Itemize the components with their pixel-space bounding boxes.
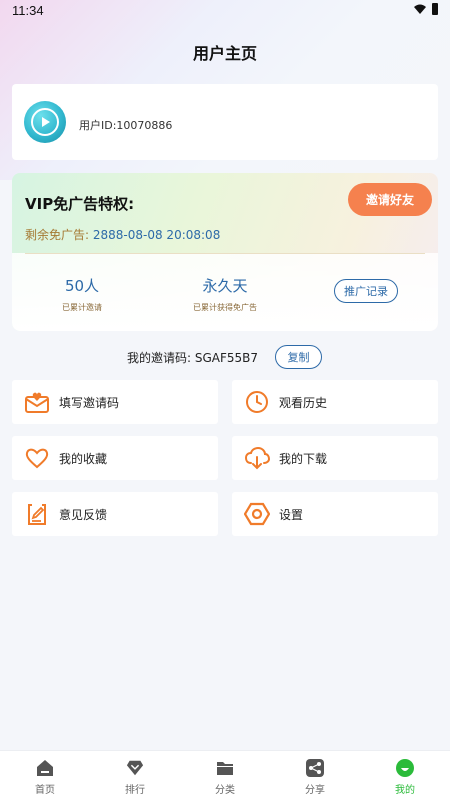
vip-title: VIP免广告特权: [25, 195, 135, 213]
copy-button[interactable]: 复制 [275, 345, 322, 369]
edit-note-icon [24, 501, 50, 527]
tile-label: 我的下载 [279, 451, 328, 466]
cloud-download-icon [244, 445, 270, 471]
tile-label: 设置 [279, 507, 304, 522]
nav-label: 分享 [305, 785, 325, 796]
battery-icon [432, 3, 438, 15]
heart-icon [24, 445, 50, 471]
vip-remaining-label: 剩余免广告: [25, 228, 90, 242]
status-time: 11:34 [12, 3, 44, 18]
tile-watch-history[interactable]: 观看历史 [232, 380, 438, 424]
hexagon-settings-icon [244, 501, 270, 527]
tile-feedback[interactable]: 意见反馈 [12, 492, 218, 536]
nav-label: 我的 [395, 785, 415, 796]
nav-label: 分类 [215, 785, 235, 796]
stat-value: 50人 [64, 277, 100, 295]
home-icon [36, 759, 54, 777]
nav-category[interactable]: 分类 [180, 751, 270, 800]
folder-icon [216, 759, 234, 777]
vip-card: VIP免广告特权: 剩余免广告: 2888-08-08 20:08:08 邀请好… [12, 173, 438, 331]
invite-code-row: 我的邀请码: SGAF55B7 复制 [0, 345, 450, 369]
status-bar: 11:34 [0, 0, 450, 22]
tile-label: 观看历史 [279, 395, 328, 410]
nav-profile[interactable]: 我的 [360, 751, 450, 800]
nav-ranking[interactable]: 排行 [90, 751, 180, 800]
play-icon [31, 108, 59, 136]
status-icons [414, 3, 438, 15]
vip-remaining-value: 2888-08-08 20:08:08 [92, 228, 221, 242]
nav-home[interactable]: 首页 [0, 751, 90, 800]
promo-records-button[interactable]: 推广记录 [334, 279, 398, 303]
tile-my-favorites[interactable]: 我的收藏 [12, 436, 218, 480]
clock-icon [244, 389, 270, 415]
bottom-nav: 首页 排行 分类 分享 我的 [0, 750, 450, 800]
user-card[interactable]: 用户ID:10070886 [12, 84, 438, 160]
profile-icon [396, 759, 414, 777]
mail-heart-icon [24, 389, 50, 415]
nav-label: 排行 [125, 785, 145, 796]
tile-my-downloads[interactable]: 我的下载 [232, 436, 438, 480]
stat-label: 已累计邀请 [62, 303, 102, 312]
vip-remaining: 剩余免广告: 2888-08-08 20:08:08 [25, 226, 220, 243]
ad-free-days-stat: 永久天 已累计获得免广告 [170, 275, 280, 313]
wifi-icon [414, 4, 426, 14]
stat-label: 已累计获得免广告 [193, 303, 257, 312]
tile-settings[interactable]: 设置 [232, 492, 438, 536]
avatar[interactable] [24, 101, 66, 143]
nav-label: 首页 [35, 785, 55, 796]
tile-label: 我的收藏 [59, 451, 108, 466]
share-icon [306, 759, 324, 777]
nav-share[interactable]: 分享 [270, 751, 360, 800]
stat-value: 永久天 [202, 277, 248, 295]
divider [25, 253, 425, 254]
tile-label: 填写邀请码 [59, 395, 120, 410]
tile-enter-invite-code[interactable]: 填写邀请码 [12, 380, 218, 424]
tile-label: 意见反馈 [59, 507, 108, 522]
user-id: 用户ID:10070886 [79, 119, 173, 132]
diamond-rank-icon [126, 759, 144, 777]
invite-code-label: 我的邀请码: SGAF55B7 [127, 351, 259, 365]
page-title: 用户主页 [192, 44, 257, 63]
invited-count-stat: 50人 已累计邀请 [42, 275, 122, 313]
invite-friend-button[interactable]: 邀请好友 [348, 183, 432, 216]
